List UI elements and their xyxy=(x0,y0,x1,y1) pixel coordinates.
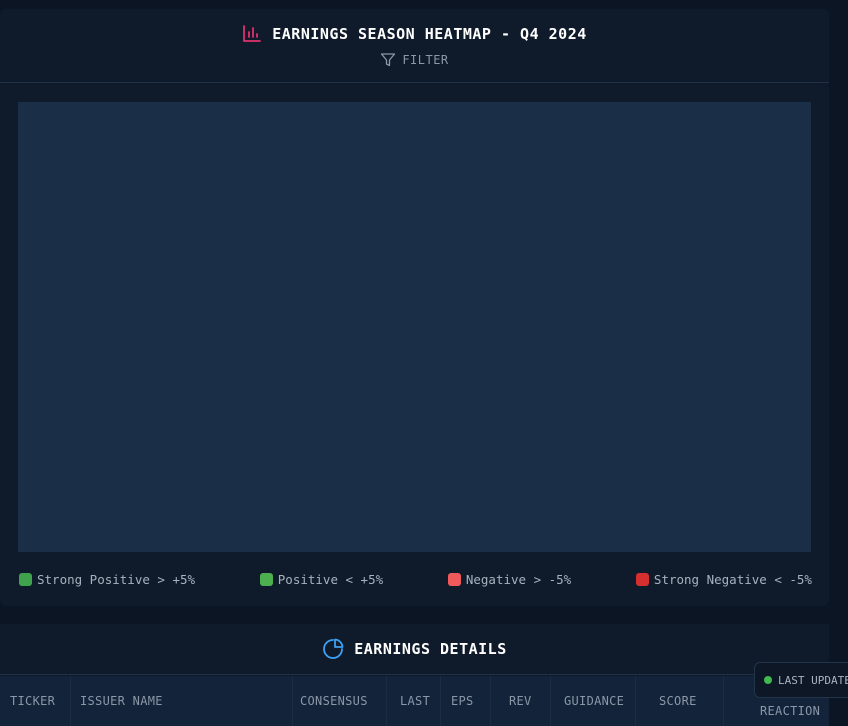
heatmap-panel: EARNINGS SEASON HEATMAP - Q4 2024 FILTER… xyxy=(0,9,829,606)
last-update-badge: LAST UPDATE xyxy=(754,662,848,698)
legend-label: Negative > -5% xyxy=(465,571,572,587)
filter-button[interactable]: FILTER xyxy=(380,51,448,69)
column-header-consensus[interactable]: CONSENSUS xyxy=(300,694,368,708)
bar-chart-icon xyxy=(242,24,262,44)
legend-swatch xyxy=(447,572,461,586)
column-header-score[interactable]: SCORE xyxy=(659,694,697,708)
column-divider xyxy=(292,676,293,726)
live-status-dot xyxy=(764,676,772,684)
column-divider xyxy=(550,676,551,726)
column-divider xyxy=(440,676,441,726)
earnings-dashboard: EARNINGS SEASON HEATMAP - Q4 2024 FILTER… xyxy=(0,0,848,726)
heatmap-canvas[interactable] xyxy=(18,102,811,552)
legend-item-negative: Negative > -5% xyxy=(447,571,572,587)
legend-swatch xyxy=(259,572,273,586)
column-divider xyxy=(635,676,636,726)
details-table-header: TICKER ISSUER NAME CONSENSUS LAST EPS RE… xyxy=(0,676,829,726)
column-divider xyxy=(70,676,71,726)
column-header-rev[interactable]: REV xyxy=(509,694,532,708)
legend-label: Strong Negative < -5% xyxy=(653,571,812,587)
legend-label: Positive < +5% xyxy=(277,571,384,587)
legend-item-positive: Positive < +5% xyxy=(259,571,384,587)
heatmap-header: EARNINGS SEASON HEATMAP - Q4 2024 FILTER xyxy=(0,9,829,83)
column-header-issuer-name[interactable]: ISSUER NAME xyxy=(80,694,163,708)
legend-label: Strong Positive > +5% xyxy=(37,571,196,587)
earnings-details-panel: EARNINGS DETAILS TICKER ISSUER NAME CONS… xyxy=(0,624,829,726)
column-divider xyxy=(490,676,491,726)
legend-item-strong-positive: Strong Positive > +5% xyxy=(19,572,195,587)
column-header-reaction[interactable]: REACTION xyxy=(760,704,820,718)
filter-label: FILTER xyxy=(402,53,449,67)
last-update-label: LAST UPDATE xyxy=(778,673,848,687)
legend-swatch xyxy=(19,572,32,586)
pie-chart-icon xyxy=(322,638,344,660)
filter-icon xyxy=(380,52,396,68)
column-header-eps[interactable]: EPS xyxy=(451,694,474,708)
heatmap-legend: Strong Positive > +5% Positive < +5% Neg… xyxy=(19,570,812,588)
column-divider xyxy=(386,676,387,726)
legend-item-strong-negative: Strong Negative < -5% xyxy=(635,571,812,587)
column-header-guidance[interactable]: GUIDANCE xyxy=(564,694,624,708)
details-title: EARNINGS DETAILS xyxy=(354,640,507,658)
heatmap-title: EARNINGS SEASON HEATMAP - Q4 2024 xyxy=(272,25,587,43)
column-header-ticker[interactable]: TICKER xyxy=(10,694,55,708)
legend-swatch xyxy=(635,572,649,586)
column-divider xyxy=(723,676,724,726)
column-header-last[interactable]: LAST xyxy=(400,694,430,708)
heatmap-title-row: EARNINGS SEASON HEATMAP - Q4 2024 xyxy=(242,23,587,45)
details-header: EARNINGS DETAILS xyxy=(0,624,829,675)
